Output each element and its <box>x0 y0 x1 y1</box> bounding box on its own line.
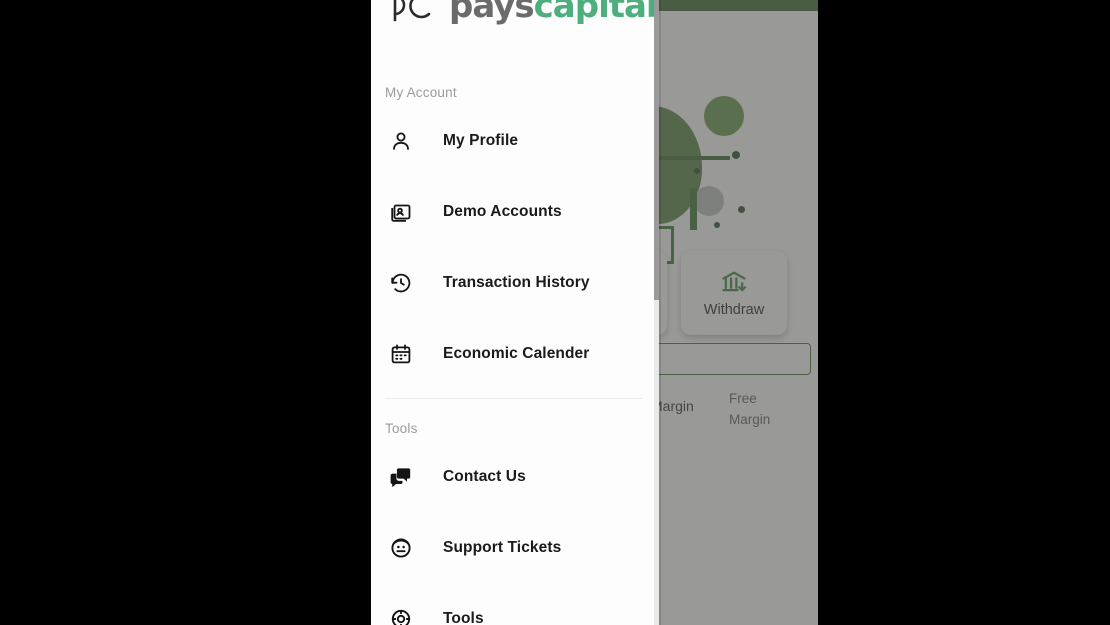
navigation-drawer: payscapital My Account My Profile Demo A… <box>371 0 659 625</box>
sidebar-item-label: Contact Us <box>443 468 526 485</box>
sidebar-item-label: My Profile <box>443 132 519 149</box>
sidebar-item-label: Tools <box>443 610 484 625</box>
contact-card-icon <box>388 199 414 225</box>
gear-icon <box>388 606 414 625</box>
chat-bubbles-icon <box>388 464 414 490</box>
brand-logo: payscapital <box>385 0 658 28</box>
brand-name-accent: capital <box>533 0 658 26</box>
sidebar-item-demo-accounts[interactable]: Demo Accounts <box>371 189 659 235</box>
section-divider <box>385 398 643 399</box>
sidebar-item-economic-calender[interactable]: Economic Calender <box>371 331 659 377</box>
sidebar-item-contact-us[interactable]: Contact Us <box>371 454 659 500</box>
letterbox-right <box>818 0 1110 625</box>
letterbox-left <box>0 0 371 625</box>
support-agent-icon <box>388 535 414 561</box>
calendar-icon <box>388 341 414 367</box>
clock-rewind-icon <box>388 270 414 296</box>
sidebar-item-tools[interactable]: Tools <box>371 596 659 625</box>
sidebar-item-transaction-history[interactable]: Transaction History <box>371 260 659 306</box>
sidebar-item-label: Transaction History <box>443 274 590 291</box>
section-label-tools: Tools <box>385 421 418 436</box>
brand-logo-text: payscapital <box>449 0 658 26</box>
drawer-right-edge <box>659 0 661 625</box>
section-label-my-account: My Account <box>385 85 457 100</box>
screen-root: ot Delete! <box>0 0 1110 625</box>
sidebar-item-label: Economic Calender <box>443 345 590 362</box>
sidebar-item-my-profile[interactable]: My Profile <box>371 118 659 164</box>
sidebar-item-label: Demo Accounts <box>443 203 562 220</box>
sidebar-item-support-tickets[interactable]: Support Tickets <box>371 525 659 571</box>
brand-name-primary: pays <box>449 0 535 26</box>
person-icon <box>388 128 414 154</box>
pc-monogram-icon <box>385 0 437 26</box>
sidebar-item-label: Support Tickets <box>443 539 562 556</box>
